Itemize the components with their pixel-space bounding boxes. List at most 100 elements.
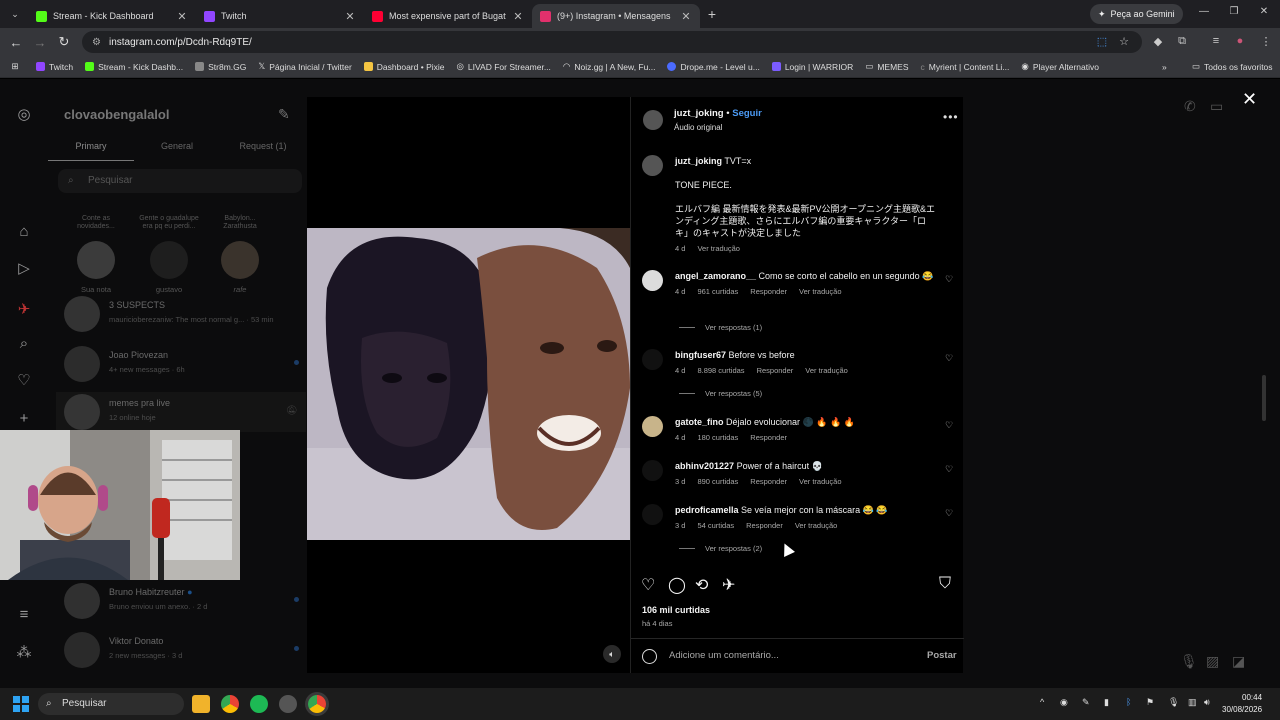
file-explorer-icon[interactable] — [192, 695, 210, 713]
forward-icon[interactable]: → — [28, 35, 52, 50]
chrome-icon[interactable] — [221, 695, 239, 713]
conversation-item[interactable]: 3 SUSPECTS mauricioberezaniw: The most n… — [60, 294, 300, 334]
tray-app-icon[interactable]: ⚑ — [1146, 697, 1154, 708]
save-bookmark-icon[interactable]: ⛉ — [939, 575, 951, 593]
all-bookmarks-folder[interactable]: ▭ Todos os favoritos — [1186, 61, 1279, 72]
new-tab-button[interactable]: + — [700, 6, 724, 22]
note-item[interactable]: Conte as novidades... Sua nota — [66, 215, 126, 294]
volume-icon[interactable]: 🔊︎ — [1204, 697, 1210, 708]
comment-icon[interactable]: ◯ — [668, 575, 686, 595]
conversation-item[interactable]: Viktor Donato 2 new messages · 3 d — [60, 630, 300, 670]
bookmark[interactable]: Twitch — [30, 62, 79, 72]
comment-username[interactable]: gatote_fino — [675, 417, 724, 427]
tray-overflow-icon[interactable]: ^ — [1040, 697, 1044, 707]
instagram-logo-icon[interactable]: ◎ — [14, 105, 34, 125]
chrome-active-icon[interactable] — [308, 695, 326, 713]
tab-general[interactable]: General — [134, 137, 220, 161]
total-likes[interactable]: 106 mil curtidas — [642, 605, 710, 615]
browser-menu-icon[interactable]: ⋮ — [1258, 35, 1274, 48]
like-comment-icon[interactable]: ♡ — [945, 353, 953, 364]
close-modal-icon[interactable]: ✕ — [1242, 89, 1257, 110]
tab-youtube[interactable]: Most expensive part of Bugatti ✕ — [364, 4, 532, 28]
avatar[interactable] — [642, 460, 663, 481]
gemini-button[interactable]: ✦ Peça ao Gemini — [1090, 4, 1183, 24]
close-tab-icon[interactable]: ✕ — [512, 10, 524, 23]
view-replies-button[interactable]: Ver respostas (5) — [679, 389, 762, 398]
address-bar[interactable]: ⚙ instagram.com/p/Dcdn-Rdq9TE/ — [82, 31, 1142, 53]
bookmark-folder[interactable]: ▭ MEMES — [859, 61, 914, 72]
minimize-icon[interactable]: — — [1196, 6, 1212, 17]
like-comment-icon[interactable]: ♡ — [945, 508, 953, 519]
follow-button[interactable]: Seguir — [732, 108, 762, 119]
reels-icon[interactable]: ▷ — [14, 259, 34, 279]
site-info-icon[interactable]: ⚙ — [92, 37, 101, 48]
like-comment-icon[interactable]: ♡ — [945, 464, 953, 475]
close-tab-icon[interactable]: ✕ — [176, 10, 188, 23]
reel-video[interactable]: 🔈︎ — [307, 97, 630, 673]
tab-requests[interactable]: Request (1) — [220, 137, 306, 161]
taskbar-search[interactable]: ⌕ Pesquisar — [38, 693, 184, 715]
reply-button[interactable]: Responder — [750, 433, 787, 442]
comment-username[interactable]: pedroficamella — [675, 505, 739, 515]
reload-icon[interactable]: ↻ — [52, 34, 76, 50]
dm-search-input[interactable]: ⌕ Pesquisar — [58, 169, 302, 193]
microphone-icon[interactable]: 🎙︎ — [1168, 697, 1179, 708]
share-icon[interactable]: ✈ — [722, 575, 735, 595]
windows-start-icon[interactable] — [13, 696, 29, 712]
conversation-item[interactable]: Bruno Habitzreuter ● Bruno enviou um ane… — [60, 581, 300, 621]
install-app-icon[interactable]: ⬚ — [1094, 35, 1110, 48]
comment-username[interactable]: bingfuser67 — [675, 350, 726, 360]
more-options-icon[interactable]: ••• — [943, 110, 959, 124]
like-comment-icon[interactable]: ♡ — [945, 274, 953, 285]
tab-twitch[interactable]: Twitch ✕ — [196, 4, 364, 28]
close-window-icon[interactable]: ✕ — [1256, 6, 1272, 17]
bookmark[interactable]: Drope.me - Level u... — [661, 62, 765, 72]
bookmark[interactable]: ◠ Noiz.gg | A New, Fu... — [557, 61, 662, 72]
caption-username[interactable]: juzt_joking — [675, 156, 722, 166]
bookmark[interactable]: Str8m.GG — [189, 62, 252, 72]
bookmark[interactable]: ◎ LIVAD For Streamer... — [451, 61, 557, 72]
home-icon[interactable]: ⌂ — [14, 222, 34, 242]
clock[interactable]: 00:44 30/08/2026 — [1222, 692, 1262, 716]
spotify-icon[interactable] — [250, 695, 268, 713]
comment-username[interactable]: abhinv201227 — [675, 461, 734, 471]
reply-button[interactable]: Responder — [750, 477, 787, 486]
obs-icon[interactable] — [279, 695, 297, 713]
comment-likes[interactable]: 180 curtidas — [697, 433, 738, 442]
bookmark[interactable]: ◉ Player Alternativo — [1015, 61, 1105, 72]
see-translation-link[interactable]: Ver tradução — [799, 477, 842, 486]
author-username[interactable]: juzt_joking — [674, 108, 724, 119]
bookmark[interactable]: Dashboard • Pixie — [358, 62, 451, 72]
search-icon[interactable]: ⌕ — [14, 334, 34, 354]
comment-username[interactable]: angel_zamorano__ — [675, 271, 756, 281]
network-icon[interactable]: ▥ — [1188, 697, 1197, 708]
restore-icon[interactable]: ❐ — [1226, 6, 1242, 17]
conversation-item[interactable]: Joao Piovezan 4+ new messages · 6h — [60, 344, 300, 384]
view-replies-button[interactable]: Ver respostas (1) — [679, 323, 762, 332]
close-tab-icon[interactable]: ✕ — [680, 10, 692, 23]
close-tab-icon[interactable]: ✕ — [344, 10, 356, 23]
author-avatar[interactable] — [643, 110, 663, 130]
see-translation-link[interactable]: Ver tradução — [805, 366, 848, 375]
apps-icon[interactable]: ⁂ — [14, 643, 34, 663]
tray-app-icon[interactable]: ✎ — [1082, 697, 1090, 708]
messages-icon[interactable]: ✈ — [14, 300, 34, 320]
comment-likes[interactable]: 890 curtidas — [697, 477, 738, 486]
bookmark[interactable]: Stream - Kick Dashb... — [79, 62, 189, 72]
add-comment-input[interactable]: Adicione um comentário... — [669, 650, 779, 661]
see-translation-link[interactable]: Ver tradução — [799, 287, 842, 296]
steam-icon[interactable]: ◉ — [1060, 697, 1068, 708]
back-icon[interactable]: ← — [4, 35, 28, 50]
comment-likes[interactable]: 54 curtidas — [697, 521, 734, 530]
bookmark[interactable]: Login | WARRIOR — [766, 62, 860, 72]
reply-button[interactable]: Responder — [750, 287, 787, 296]
tab-search-button[interactable]: ⌄ — [2, 4, 28, 24]
extension-icon[interactable]: ◆ — [1150, 35, 1166, 48]
scrollbar[interactable] — [1262, 375, 1266, 421]
comment-likes[interactable]: 961 curtidas — [697, 287, 738, 296]
create-icon[interactable]: + — [14, 409, 34, 429]
see-translation-link[interactable]: Ver tradução — [795, 521, 838, 530]
extensions-puzzle-icon[interactable]: ⧉ — [1174, 35, 1190, 48]
reply-button[interactable]: Responder — [746, 521, 783, 530]
repost-icon[interactable]: ⟲ — [695, 575, 708, 595]
